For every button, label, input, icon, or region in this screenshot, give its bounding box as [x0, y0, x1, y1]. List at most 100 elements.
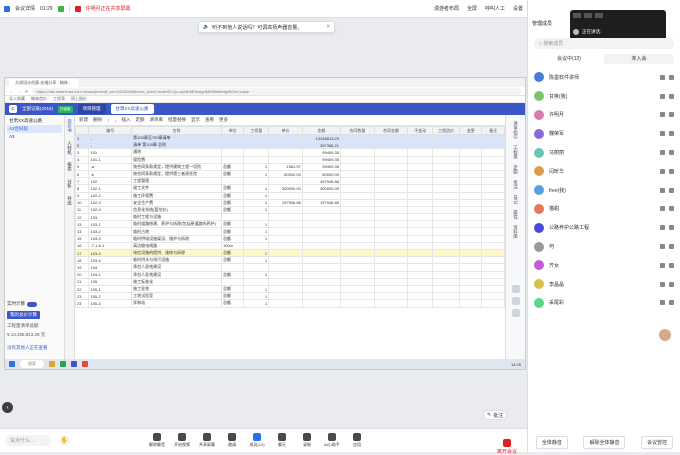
- table-cell[interactable]: 总额: [220, 248, 245, 258]
- member-search-input[interactable]: ⌕ 搜索成员: [534, 38, 674, 49]
- table-cell[interactable]: 1: [243, 162, 270, 171]
- table-cell[interactable]: [301, 270, 341, 279]
- table-row[interactable]: 16 -7.1.6-1 高边坡电线路 100m: [75, 241, 505, 251]
- unmute-all-button[interactable]: 解除全体静音: [583, 435, 626, 449]
- chrome-icon[interactable]: [60, 361, 66, 367]
- table-cell[interactable]: [481, 299, 505, 308]
- table-cell[interactable]: 1: [243, 292, 270, 301]
- table-cell[interactable]: [268, 263, 303, 272]
- table-cell[interactable]: [481, 141, 505, 150]
- table-cell[interactable]: [458, 241, 483, 251]
- table-cell[interactable]: 197946.86: [268, 198, 303, 207]
- table-cell[interactable]: 13: [75, 220, 90, 229]
- table-cell[interactable]: [407, 155, 434, 164]
- table-cell[interactable]: 300000.00: [301, 184, 341, 193]
- table-cell[interactable]: [481, 191, 505, 200]
- table-cell[interactable]: [339, 299, 375, 308]
- right-tool-6[interactable]: 资料库: [513, 225, 519, 239]
- table-cell[interactable]: 工程管理: [131, 177, 222, 186]
- table-cell[interactable]: [481, 198, 505, 207]
- table-cell[interactable]: [432, 299, 460, 308]
- side-tab-0[interactable]: 造价书: [67, 119, 73, 133]
- table-cell[interactable]: [268, 227, 303, 236]
- toggle-switch[interactable]: [27, 301, 37, 307]
- layout-thumb-2[interactable]: [584, 13, 592, 18]
- table-cell[interactable]: 工地试验室: [131, 292, 222, 301]
- table-cell[interactable]: [268, 213, 303, 222]
- table-row[interactable]: 17 103-4 电信设施的提供、维修与拆除 总额 1: [75, 248, 505, 258]
- table-cell[interactable]: [407, 241, 434, 251]
- table-cell[interactable]: [458, 205, 483, 215]
- back-icon[interactable]: ←: [9, 89, 13, 94]
- table-cell[interactable]: [268, 299, 303, 308]
- table-cell[interactable]: [432, 234, 460, 243]
- control-button-5[interactable]: 聊天: [273, 433, 291, 448]
- table-row[interactable]: 20 104-1 承包人驻地建设 总额 1: [75, 270, 505, 279]
- table-cell[interactable]: 总额: [220, 191, 245, 200]
- fullscreen-button[interactable]: 全屏: [467, 5, 477, 12]
- table-cell[interactable]: 清单 第100章 总则: [131, 141, 222, 150]
- table-cell[interactable]: -: [88, 133, 133, 143]
- bookmark-1[interactable]: 翰林造价: [31, 96, 47, 102]
- table-cell[interactable]: 4: [75, 155, 90, 164]
- table-row[interactable]: 23 105-2 工地试验室 总额 1: [75, 292, 505, 301]
- table-row[interactable]: 7 102 工程管理 497946.86: [75, 177, 505, 186]
- table-cell[interactable]: [301, 284, 341, 294]
- list-item[interactable]: 采尾彩: [534, 294, 674, 313]
- table-cell[interactable]: 12: [75, 213, 90, 222]
- table-cell[interactable]: [243, 177, 270, 186]
- table-cell[interactable]: [407, 227, 434, 236]
- table-cell[interactable]: [481, 270, 505, 279]
- table-cell[interactable]: [458, 299, 483, 308]
- table-cell[interactable]: [339, 177, 375, 186]
- table-cell[interactable]: [458, 277, 483, 286]
- right-tool-0[interactable]: 清单指引: [513, 121, 519, 139]
- table-cell[interactable]: [373, 227, 409, 236]
- table-cell[interactable]: [339, 205, 375, 215]
- table-cell[interactable]: 8: [75, 184, 90, 193]
- folder-icon[interactable]: [49, 361, 55, 367]
- table-cell[interactable]: [220, 155, 245, 164]
- table-row[interactable]: 6 -b 按合同条款规定，提供第三者责任险 总额 1 60000.00 60000.00: [75, 169, 505, 179]
- table-cell[interactable]: [220, 213, 245, 222]
- table-cell[interactable]: 1: [243, 248, 270, 258]
- table-cell[interactable]: [481, 162, 505, 171]
- table-cell[interactable]: [268, 155, 303, 164]
- table-cell[interactable]: 1: [243, 270, 270, 279]
- table-row[interactable]: 8 102-1 竣工文件 总额 1 300000.00 300000.00: [75, 184, 505, 193]
- column-header-10[interactable]: 工程造价: [432, 126, 460, 135]
- table-cell[interactable]: 39409.35: [301, 162, 341, 171]
- bookmark-2[interactable]: 工程表: [53, 96, 65, 102]
- table-cell[interactable]: 2: [75, 141, 90, 150]
- table-cell[interactable]: [458, 220, 483, 229]
- table-cell[interactable]: 1: [243, 184, 270, 193]
- table-cell[interactable]: 103-4: [88, 248, 133, 258]
- table-cell[interactable]: [339, 220, 375, 229]
- column-header-7[interactable]: 合同数量: [339, 126, 375, 135]
- table-cell[interactable]: 临时供水与排污设施: [131, 256, 222, 265]
- table-cell[interactable]: [301, 292, 341, 301]
- zoom-out-icon[interactable]: [512, 297, 520, 305]
- column-header-11[interactable]: 变更: [458, 126, 483, 135]
- table-cell[interactable]: [339, 234, 375, 243]
- table-cell[interactable]: 105-2: [88, 292, 133, 301]
- table-cell[interactable]: 承包人驻地建设: [131, 263, 222, 272]
- tab-in-meeting[interactable]: 会议中(12): [534, 54, 604, 64]
- table-cell[interactable]: [481, 133, 505, 143]
- table-cell[interactable]: [243, 263, 270, 272]
- table-cell[interactable]: [458, 169, 483, 179]
- table-cell[interactable]: [339, 198, 375, 207]
- table-cell[interactable]: [339, 133, 375, 143]
- table-cell[interactable]: [432, 162, 460, 171]
- url-field[interactable]: https://dsk.smartcost.com.cn/subject/cdf…: [32, 87, 521, 95]
- table-cell[interactable]: [373, 220, 409, 229]
- meeting-info-icon[interactable]: [4, 5, 10, 12]
- raise-hand-icon[interactable]: ✋: [59, 435, 70, 446]
- table-cell[interactable]: [432, 263, 460, 272]
- tab-not-joined[interactable]: 未入会: [604, 54, 674, 64]
- table-row[interactable]: 19 104 承包人驻地建设: [75, 263, 505, 272]
- toolbar-item-2[interactable]: ↑: [107, 118, 109, 123]
- list-item[interactable]: 公路养护公路工程: [534, 218, 674, 237]
- table-cell[interactable]: [432, 198, 460, 207]
- table-cell[interactable]: 497946.86: [301, 177, 341, 186]
